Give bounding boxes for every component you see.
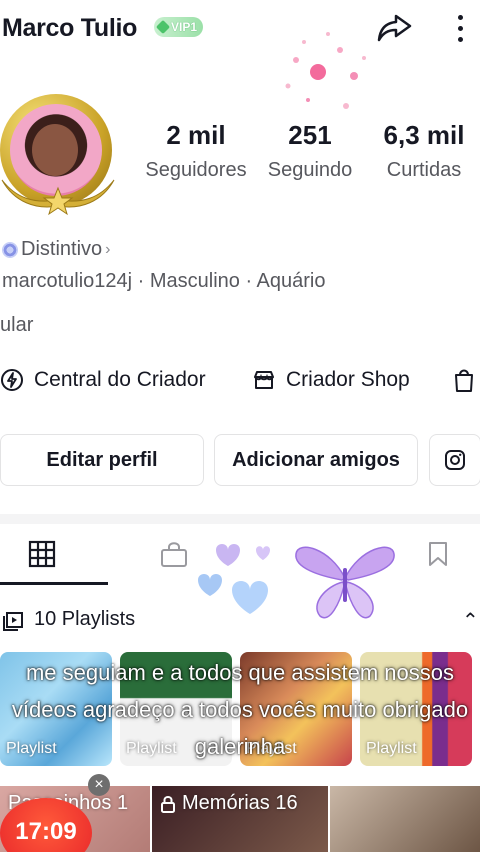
shopping-bag-icon — [455, 369, 473, 392]
creator-center-label: Central do Criador — [34, 368, 206, 391]
sparkle-sticker — [285, 32, 366, 109]
video-card-title: Memórias 16 — [160, 792, 298, 815]
tab-saved[interactable] — [418, 534, 458, 574]
creator-tools: Central do Criador Criador Shop — [0, 364, 480, 396]
edit-profile-button[interactable]: Editar perfil — [0, 434, 204, 486]
instagram-button[interactable] — [429, 434, 480, 486]
profile-header: Marco Tulio VIP1 — [0, 0, 480, 60]
diamond-icon — [155, 19, 171, 35]
more-vertical-icon — [457, 14, 463, 20]
store-icon — [254, 371, 274, 389]
avatar[interactable] — [0, 90, 122, 220]
lightning-icon — [1, 369, 23, 391]
lock-bag-icon — [161, 542, 187, 567]
timer-value: 17:09 — [15, 818, 77, 845]
creator-shop-button[interactable]: Criador Shop — [252, 364, 410, 396]
more-dot — [457, 36, 463, 42]
playlists-header[interactable]: 10 Playlists ⌃ — [0, 606, 480, 636]
bio: ular — [0, 314, 34, 336]
laurel-icon — [1, 179, 115, 216]
vip-badge[interactable]: VIP1 — [154, 17, 204, 37]
following-label: Seguindo — [267, 159, 353, 181]
following-count: 251 — [288, 120, 332, 150]
active-tab-indicator — [0, 582, 108, 585]
profile-info: marcotulio124j · Masculino · Aquário — [2, 270, 326, 292]
playlists-title: 10 Playlists — [34, 608, 136, 630]
likes-label: Curtidas — [386, 159, 462, 181]
section-divider — [0, 514, 480, 524]
more-dot — [457, 25, 463, 31]
likes-count: 6,3 mil — [383, 120, 465, 150]
video-card[interactable]: Memórias 16 — [152, 786, 328, 852]
close-icon[interactable]: × — [88, 774, 110, 796]
creator-shop-label: Criador Shop — [286, 368, 410, 391]
bookmark-icon — [429, 542, 447, 566]
badge-link[interactable]: Distintivo › — [2, 238, 110, 261]
badge-icon — [2, 241, 18, 258]
creator-center-button[interactable]: Central do Criador — [0, 364, 206, 396]
vip-label: VIP1 — [171, 20, 198, 34]
tab-videos[interactable] — [22, 534, 62, 574]
followers-count: 2 mil — [166, 120, 226, 150]
add-friends-button[interactable]: Adicionar amigos — [214, 434, 418, 486]
playlist-icon — [3, 612, 23, 631]
avatar-face — [32, 124, 78, 176]
instagram-icon — [445, 450, 465, 470]
overlay-caption: me seguiam e a todos que assistem nossos… — [11, 660, 469, 759]
grid-icon — [28, 540, 56, 568]
followers-label: Seguidores — [145, 159, 247, 181]
chevron-right-icon: › — [105, 240, 111, 258]
more-button[interactable] — [448, 10, 472, 46]
display-name: Marco Tulio — [2, 14, 138, 42]
chevron-up-icon[interactable]: ⌃ — [462, 608, 479, 633]
likes-stat[interactable]: 6,3 mil Curtidas — [376, 120, 472, 182]
badge-label: Distintivo — [21, 238, 103, 260]
following-stat[interactable]: 251 Seguindo — [262, 120, 358, 182]
followers-stat[interactable]: 2 mil Seguidores — [140, 120, 252, 182]
lock-icon — [161, 795, 175, 813]
video-card-label: Memórias 16 — [182, 792, 298, 814]
shop-bag-button[interactable] — [452, 364, 476, 396]
video-card[interactable] — [330, 786, 480, 852]
